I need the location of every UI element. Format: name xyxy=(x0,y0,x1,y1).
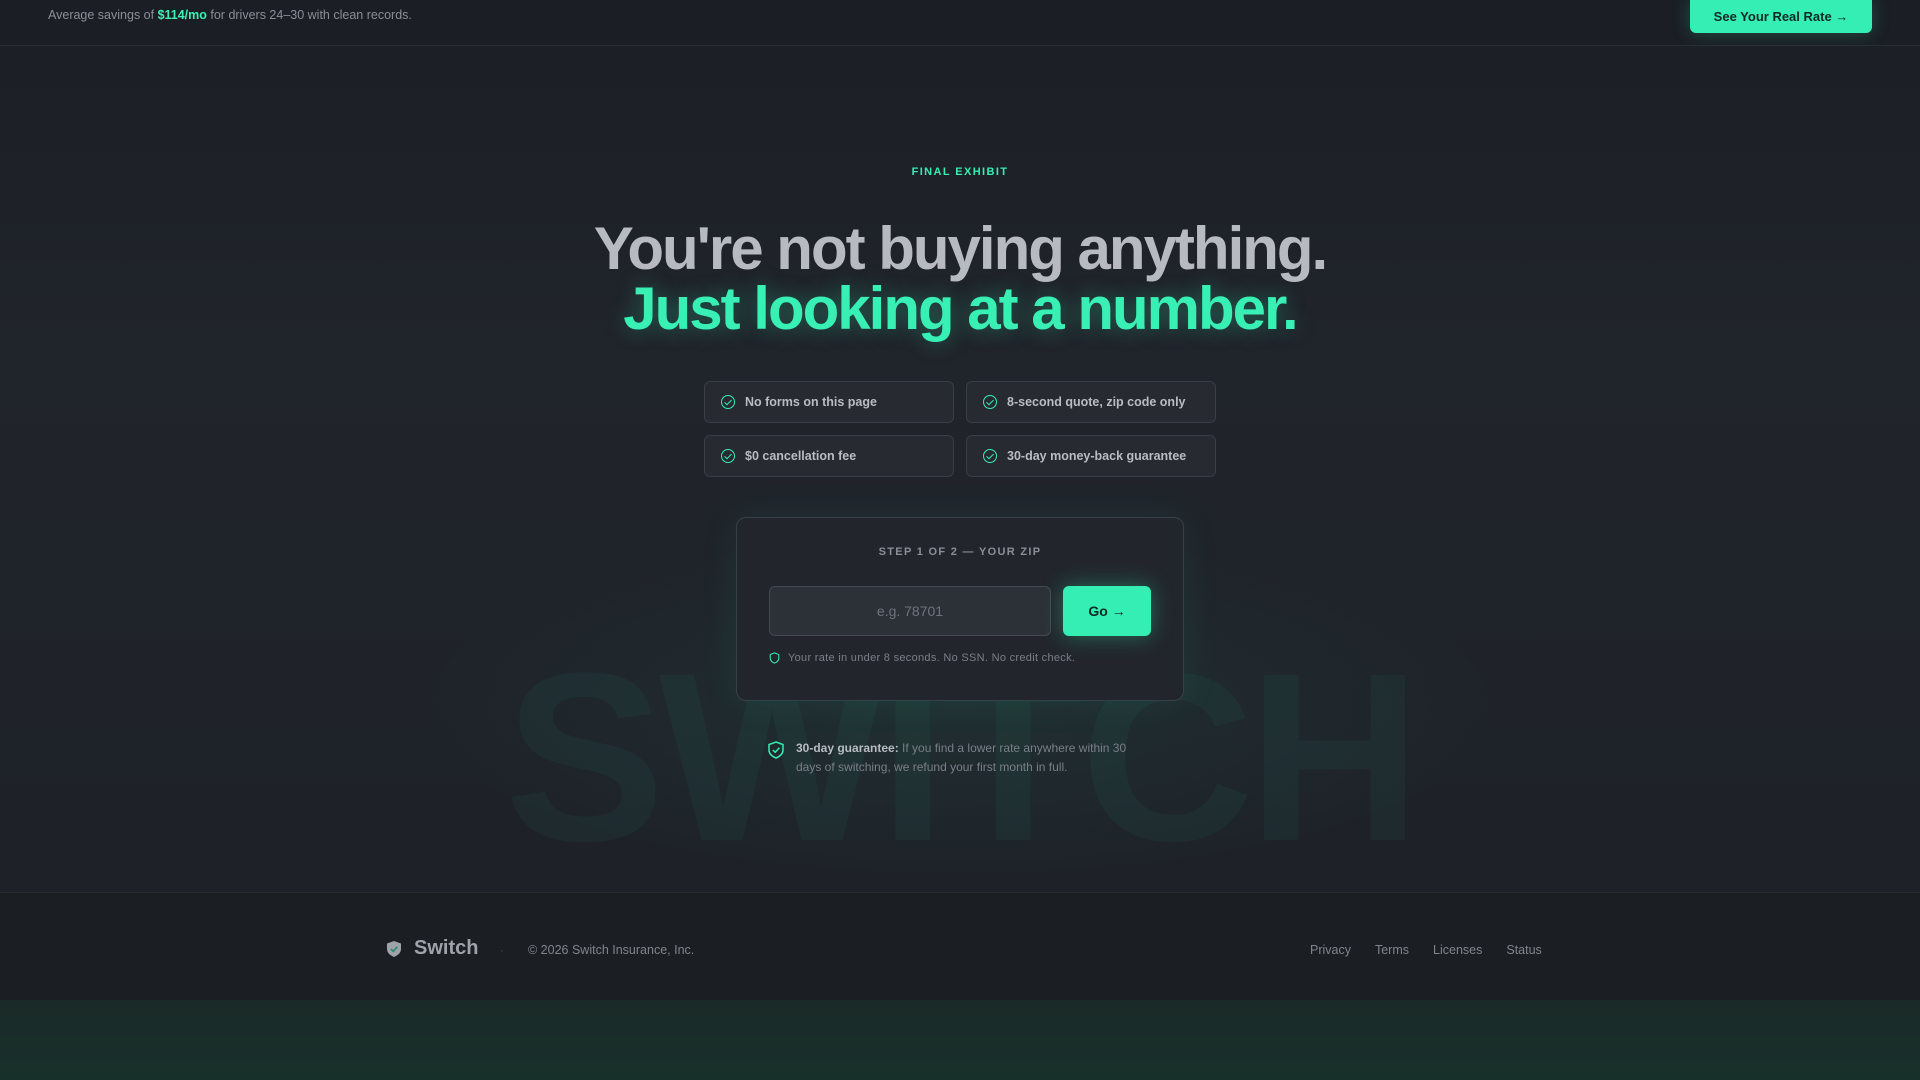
shield-check-icon xyxy=(768,741,784,759)
footer-link-terms[interactable]: Terms xyxy=(1375,943,1409,957)
check-circle-icon xyxy=(983,449,997,463)
quote-card: STEP 1 OF 2 — YOUR ZIP Go → Your rate in… xyxy=(736,517,1184,701)
feature-label: 8-second quote, zip code only xyxy=(1007,395,1186,409)
footer-link-status[interactable]: Status xyxy=(1506,943,1541,957)
privacy-note: Your rate in under 8 seconds. No SSN. No… xyxy=(769,652,1075,664)
brand-name: Switch xyxy=(414,937,479,959)
hero-section: SWITCH FINAL EXHIBIT You're not buying a… xyxy=(0,47,1920,892)
feature-label: $0 cancellation fee xyxy=(745,449,857,463)
footer: Switch · © 2026 Switch Insurance, Inc. P… xyxy=(0,892,1920,1000)
footer-link-privacy[interactable]: Privacy xyxy=(1310,943,1351,957)
guarantee-block: 30-day guarantee: If you find a lower ra… xyxy=(768,739,1148,777)
eyebrow-label: FINAL EXHIBIT xyxy=(911,166,1009,178)
savings-suffix: for drivers 24–30 with clean records. xyxy=(206,8,412,22)
savings-message: Average savings of $114/mo for drivers 2… xyxy=(48,8,412,22)
feature-pill: $0 cancellation fee xyxy=(704,435,954,477)
privacy-note-text: Your rate in under 8 seconds. No SSN. No… xyxy=(788,652,1076,664)
top-banner: Average savings of $114/mo for drivers 2… xyxy=(0,0,1920,46)
feature-pill: 8-second quote, zip code only xyxy=(966,381,1216,423)
feature-label: 30-day money-back guarantee xyxy=(1007,449,1187,463)
footer-brand[interactable]: Switch xyxy=(386,937,478,960)
feature-pill: 30-day money-back guarantee xyxy=(966,435,1216,477)
headline-line-2: Just looking at a number. xyxy=(623,275,1298,342)
feature-grid: No forms on this page 8-second quote, zi… xyxy=(704,381,1216,477)
check-circle-icon xyxy=(721,449,735,463)
feature-pill: No forms on this page xyxy=(704,381,954,423)
copyright-text: © 2026 Switch Insurance, Inc. xyxy=(528,943,695,957)
headline-line-1: You're not buying anything. xyxy=(593,215,1328,282)
go-button[interactable]: Go → xyxy=(1063,586,1151,636)
footer-link-licenses[interactable]: Licenses xyxy=(1433,943,1482,957)
check-circle-icon xyxy=(983,395,997,409)
check-circle-icon xyxy=(721,395,735,409)
feature-label: No forms on this page xyxy=(745,395,877,409)
step-label: STEP 1 OF 2 — YOUR ZIP xyxy=(878,546,1042,558)
footer-separator: · xyxy=(500,945,504,957)
shield-icon xyxy=(769,652,780,664)
guarantee-text: 30-day guarantee: If you find a lower ra… xyxy=(796,739,1148,777)
guarantee-lead: 30-day guarantee: xyxy=(796,741,899,755)
savings-prefix: Average savings of xyxy=(48,8,158,22)
brand-shield-icon xyxy=(387,940,401,957)
zip-input[interactable] xyxy=(769,586,1051,636)
bottom-band xyxy=(0,1000,1920,1080)
footer-links: Privacy Terms Licenses Status xyxy=(1310,943,1542,957)
savings-amount: $114/mo xyxy=(157,8,207,22)
see-real-rate-button[interactable]: See Your Real Rate → xyxy=(1690,0,1872,33)
